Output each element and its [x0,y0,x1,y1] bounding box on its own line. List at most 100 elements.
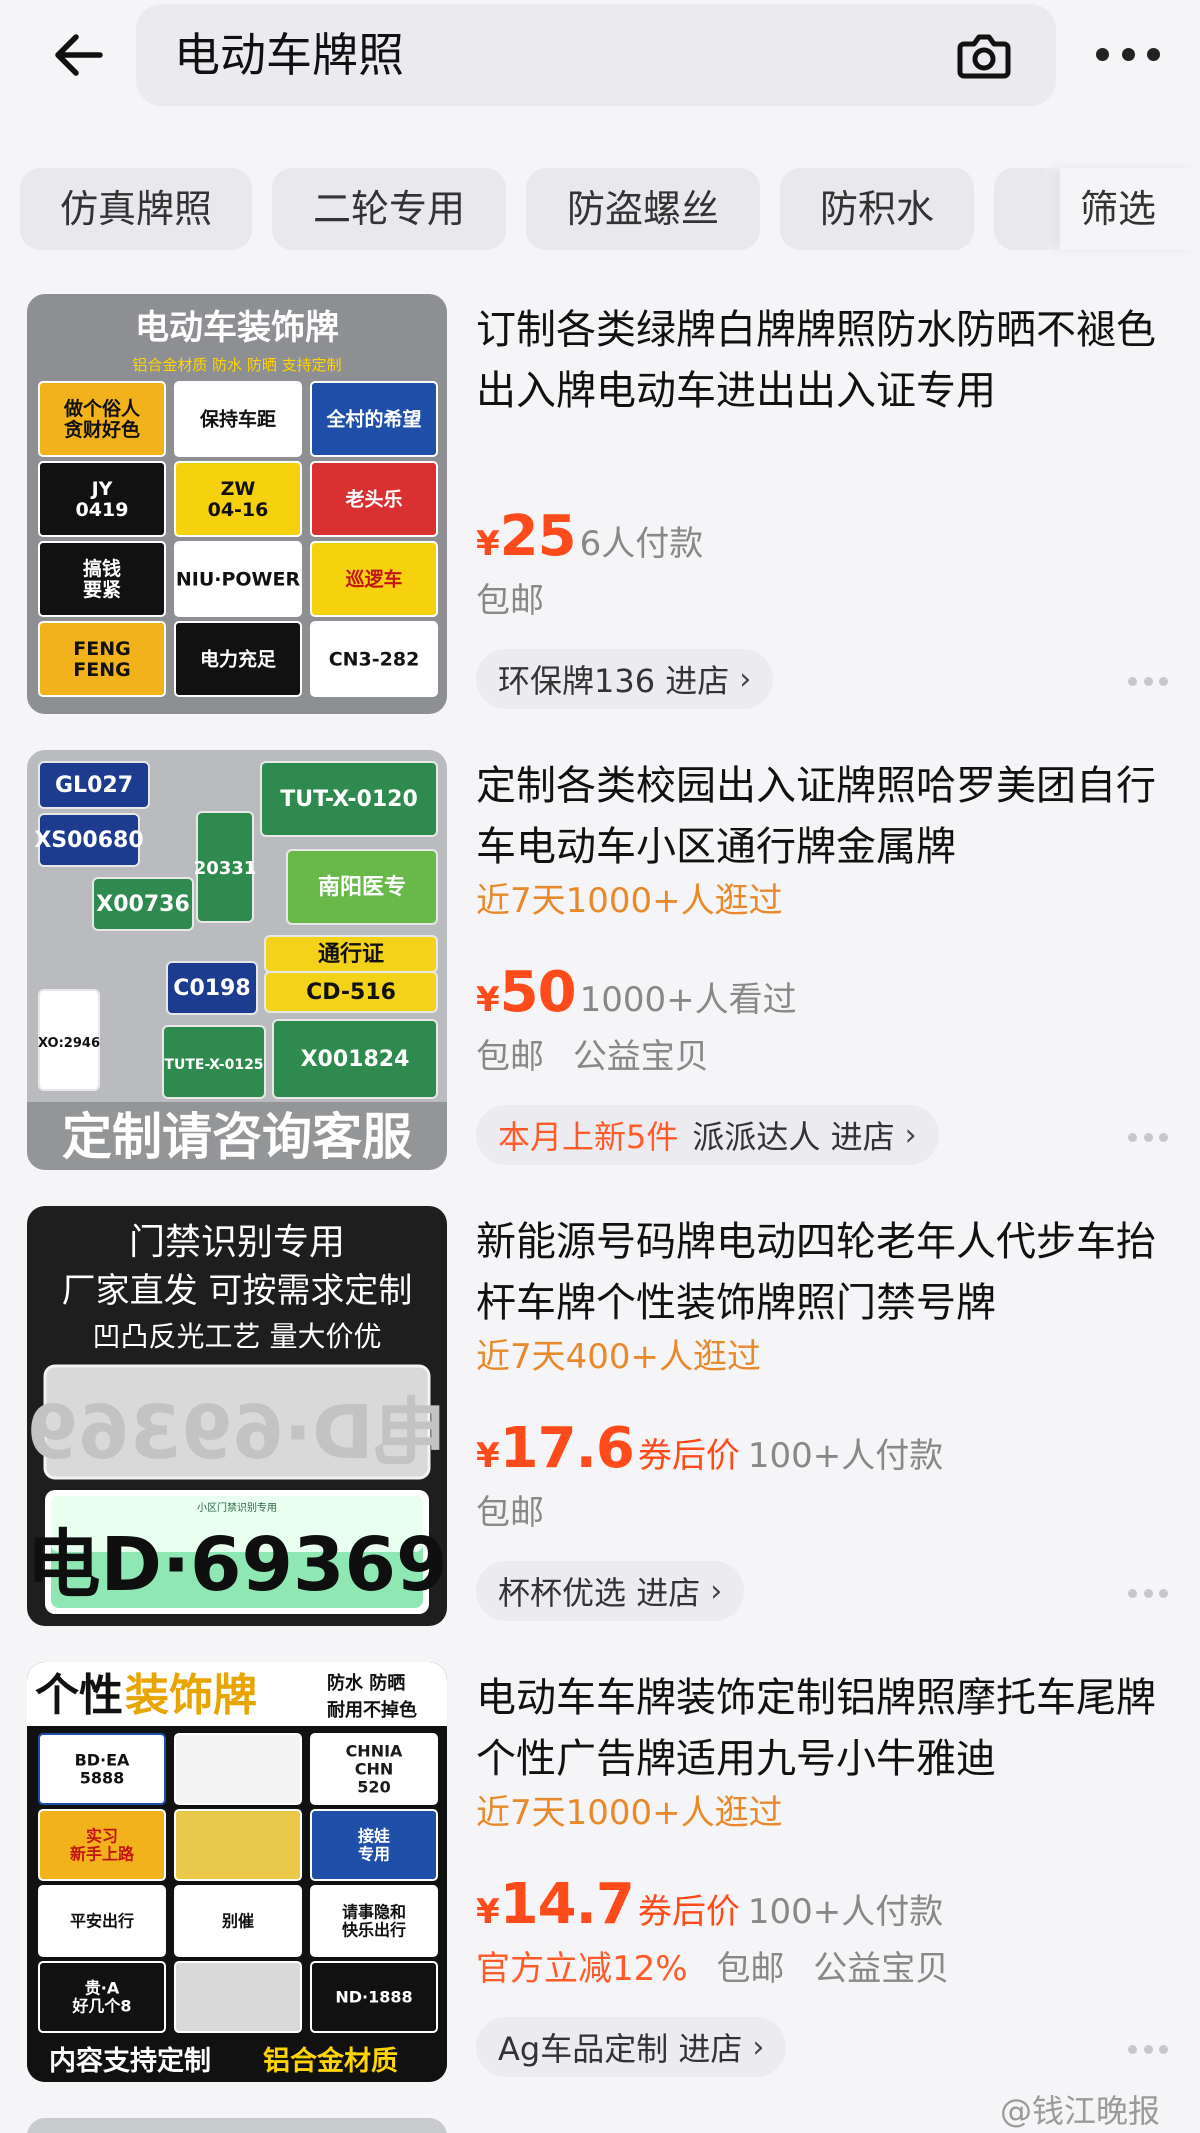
plate-text: C0198 [173,976,250,1001]
store-name: Ag车品定制 [498,2030,669,2068]
shipping-row: 包邮 [476,578,562,624]
image-line-2: 厂家直发 可按需求定制 [62,1271,413,1311]
price-row: ¥ 25 6人付款 [476,504,703,570]
shipping-row: 包邮 公益宝贝 [476,1034,727,1080]
plate-tile [174,1733,302,1805]
more-dots-icon[interactable] [1128,1586,1168,1600]
camera-icon [957,34,1011,79]
image-footer-a: 内容支持定制 [49,2045,211,2077]
new-items-badge: 本月上新5件 [498,1118,679,1156]
plate-text: 5888 [80,1768,125,1787]
more-dots-icon[interactable] [1128,2042,1168,2056]
chevron-right-icon: › [739,661,752,697]
currency-symbol: ¥ [476,980,500,1020]
image-line-1: 门禁识别专用 [129,1222,345,1263]
plate-text: JY [90,478,113,500]
image-subheading: 铝合金材质 防水 防晒 支持定制 [132,356,341,374]
top-bar: 电动车牌照 [0,0,1200,150]
price: 17.6 [499,1416,635,1481]
product-image-graphic: 门禁识别专用 厂家直发 可按需求定制 凹凸反光工艺 量大价优 小区门禁识别专用 … [27,1206,447,1626]
product-image[interactable]: 门禁识别专用 厂家直发 可按需求定制 凹凸反光工艺 量大价优 小区门禁识别专用 … [27,1206,447,1626]
visit-tagline: 近7天400+人逛过 [476,1337,762,1377]
plate-text: 做个俗人 [63,397,141,420]
product-title[interactable]: 新能源号码牌电动四轮老年人代步车抬杆车牌个性装饰牌照门禁号牌 [476,1212,1166,1334]
product-image-graphic: 个性 装饰牌 防水 防晒 耐用不掉色 BD·EA5888 CHNIACHN520 实… [27,1662,447,2082]
plate-text: 要紧 [83,579,121,601]
dot [1159,1588,1168,1598]
product-image-graphic: 电动车装饰牌 铝合金材质 防水 防晒 支持定制 做个俗人贪财好色 保持车距 全村的希… [27,294,447,714]
plate-text: 请事隐和 [342,1902,406,1921]
back-button[interactable] [44,20,114,90]
enter-store-label: 进店 [665,662,730,700]
store-link[interactable]: 环保牌136 进店 › [476,649,774,709]
plate-text: FENG [73,638,130,660]
product-title[interactable]: 定制各类校园出入证牌照哈罗美团自行车电动车小区通行牌金属牌 [476,756,1166,878]
enter-store-label: 进店 [636,1574,701,1612]
next-product-image-peek [27,2118,447,2133]
product-image[interactable]: 个性 装饰牌 防水 防晒 耐用不掉色 BD·EA 5888 CHNIA CHN 520 实… [27,1662,447,2082]
dot [1143,1588,1153,1598]
plate-text: 520 [357,1777,390,1796]
plate-text: X001824 [301,1047,410,1072]
store-link[interactable]: 本月上新5件 派派达人 进店 › [476,1105,939,1165]
chip-simulated-plate[interactable]: 仿真牌照 [20,168,252,250]
dot [1128,2044,1137,2054]
plate-text: CHNIA [346,1741,403,1760]
filter-button[interactable]: 筛选 [1060,168,1200,250]
product-card[interactable]: 个性 装饰牌 防水 防晒 耐用不掉色 BD·EA 5888 CHNIA CHN 520 实… [0,1662,1200,2092]
product-image-graphic: GL027 XS00680 20331 TUT-X-0120 X00736 南阳医专通行证… [27,750,447,1170]
product-card[interactable]: 门禁识别专用 厂家直发 可按需求定制 凹凸反光工艺 量大价优 小区门禁识别专用 … [0,1206,1200,1636]
chip-two-wheel[interactable]: 二轮专用 [272,168,506,250]
shipping-tag: 包邮 [476,581,544,621]
store-name: 杯杯优选 [498,1574,627,1612]
visit-tagline: 近7天1000+人逛过 [476,881,783,921]
more-dots-icon[interactable] [1128,674,1168,688]
currency-symbol: ¥ [476,1436,500,1476]
product-title[interactable]: 电动车车牌装饰定制铝牌照摩托车尾牌个性广告牌适用九号小牛雅迪 [476,1668,1166,1790]
search-input[interactable]: 电动车牌照 [136,4,1056,106]
product-card[interactable]: GL027 XS00680 20331 TUT-X-0120 X00736 南阳医专 通行证… [0,750,1200,1180]
dot [1159,676,1168,686]
plate-text: 好几个8 [71,1996,131,2015]
more-options-button[interactable] [1096,30,1160,78]
shipping-tag: 包邮 [476,1493,544,1533]
dot [1128,676,1137,686]
product-card[interactable]: 电动车装饰牌 铝合金材质 防水 防晒 支持定制 做个俗人 贪财好色 保持车距 全村的希… [0,294,1200,724]
shipping-row: 包邮 [476,1490,562,1536]
plate-text: TUTE-X-0125 [164,1057,263,1073]
search-query-text: 电动车牌照 [174,28,404,82]
dot [1147,47,1160,61]
dot [1159,2044,1168,2054]
sales-count: 6人付款 [579,524,704,564]
plate-tile [174,1809,302,1881]
camera-search-button[interactable] [954,26,1014,86]
chip-waterproof[interactable]: 防积水 [780,168,974,250]
plate-text: NIU·POWER [176,568,301,590]
image-heading: 电动车装饰牌 [135,308,339,348]
store-link[interactable]: Ag车品定制 进店 › [476,2017,787,2077]
plate-text: TUT-X-0120 [280,787,418,812]
product-image[interactable]: GL027 XS00680 20331 TUT-X-0120 X00736 南阳医专 通行证… [27,750,447,1170]
plate-text: XO:2946 [38,1036,100,1051]
more-dots-icon[interactable] [1128,1130,1168,1144]
plate-text: 老头乐 [345,487,402,510]
plate-text: ND·1888 [335,1987,412,2006]
product-info: 新能源号码牌电动四轮老年人代步车抬杆车牌个性装饰牌照门禁号牌 近7天400+人逛… [476,1206,1176,1636]
dot [1159,1132,1168,1142]
plate-text: 保持车距 [199,407,276,430]
dot [1128,1588,1137,1598]
product-image[interactable]: 电动车装饰牌 铝合金材质 防水 防晒 支持定制 做个俗人 贪财好色 保持车距 全村的希… [27,294,447,714]
image-side-bottom: 耐用不掉色 [327,1699,417,1721]
chip-fade [1042,168,1062,250]
product-title[interactable]: 订制各类绿牌白牌牌照防水防晒不褪色出入牌电动车进出出入证专用 [476,300,1166,422]
plate-text: 0419 [76,499,129,521]
dot [1128,1132,1137,1142]
chip-anti-theft-screws[interactable]: 防盗螺丝 [526,168,760,250]
store-link[interactable]: 杯杯优选 进店 › [476,1561,745,1621]
product-info: 订制各类绿牌白牌牌照防水防晒不褪色出入牌电动车进出出入证专用 ¥ 25 6人付款… [476,294,1176,724]
plate-text: 专用 [358,1844,390,1863]
plate-small-text: 小区门禁识别专用 [197,1501,277,1514]
shipping-tag: 包邮 [716,1949,785,1989]
plate-back-text: 电D·69369 [27,1390,447,1476]
plate-number: 电D·69369 [27,1522,447,1608]
